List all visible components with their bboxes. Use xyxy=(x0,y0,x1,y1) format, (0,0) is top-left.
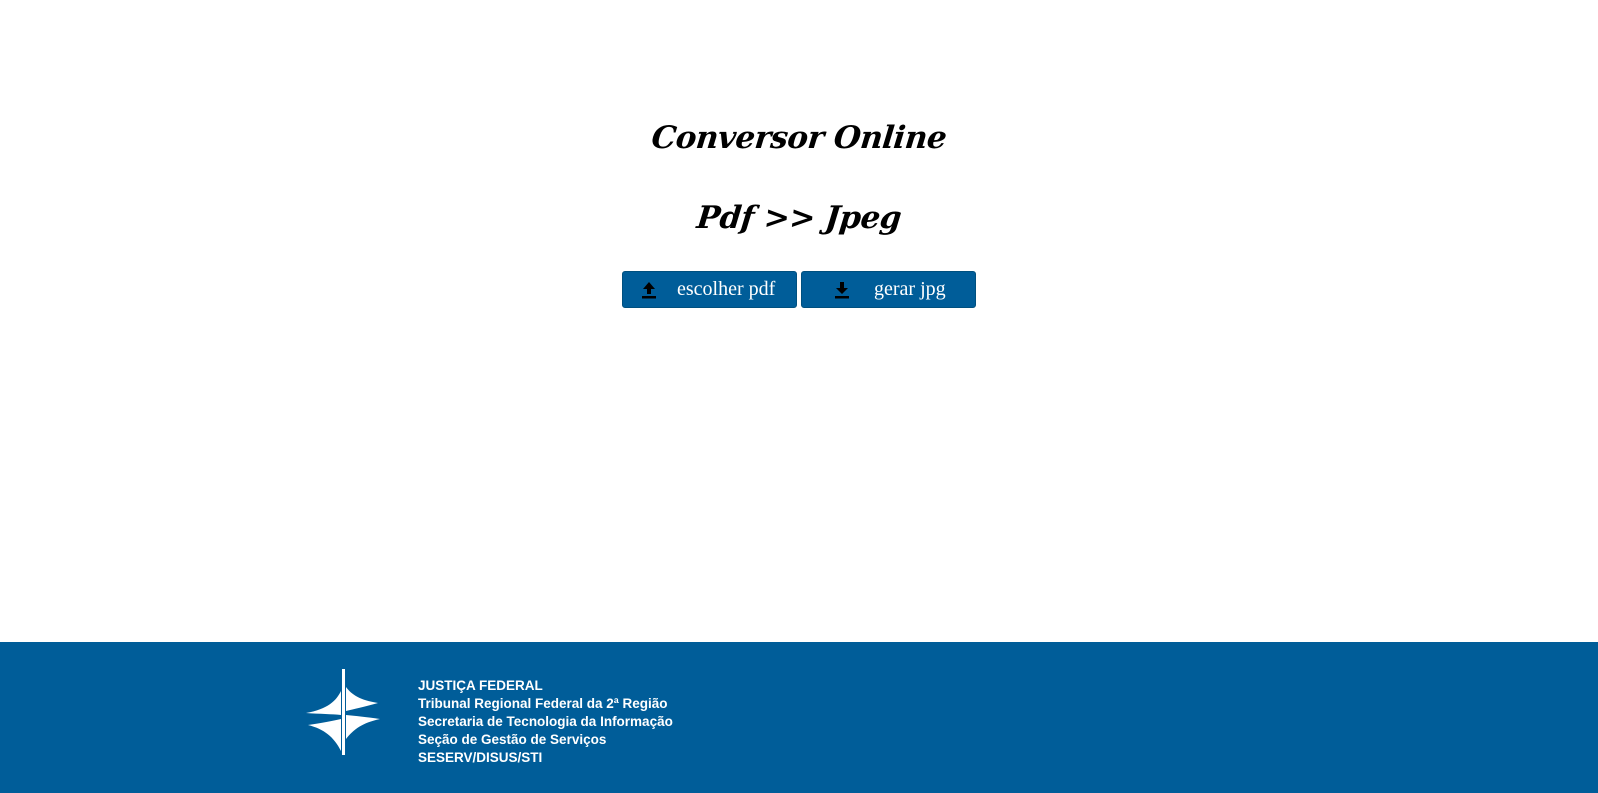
justica-federal-logo xyxy=(306,669,380,755)
footer-line-justica: JUSTIÇA FEDERAL xyxy=(418,678,543,693)
footer-line-secao: Seção de Gestão de Serviços xyxy=(418,732,607,747)
footer-info: JUSTIÇA FEDERAL Tribunal Regional Federa… xyxy=(418,677,673,767)
generate-jpg-button[interactable]: gerar jpg xyxy=(801,271,976,308)
footer-line-secretaria: Secretaria de Tecnologia da Informação xyxy=(418,714,673,729)
choose-pdf-button[interactable]: escolher pdf xyxy=(622,271,797,308)
page-title: Conversor Online xyxy=(649,120,949,156)
page-subtitle: Pdf >> Jpeg xyxy=(695,200,903,236)
choose-pdf-label: escolher pdf xyxy=(677,278,776,300)
main-content: Conversor Online Pdf >> Jpeg escolher pd… xyxy=(0,0,1598,642)
footer-line-tribunal: Tribunal Regional Federal da 2ª Região xyxy=(418,696,668,711)
download-icon xyxy=(835,281,849,298)
action-buttons: escolher pdf gerar jpg xyxy=(622,271,976,308)
footer-line-seserv: SESERV/DISUS/STI xyxy=(418,750,543,765)
footer: JUSTIÇA FEDERAL Tribunal Regional Federa… xyxy=(0,642,1598,793)
upload-icon xyxy=(642,281,656,298)
generate-jpg-label: gerar jpg xyxy=(874,278,946,300)
